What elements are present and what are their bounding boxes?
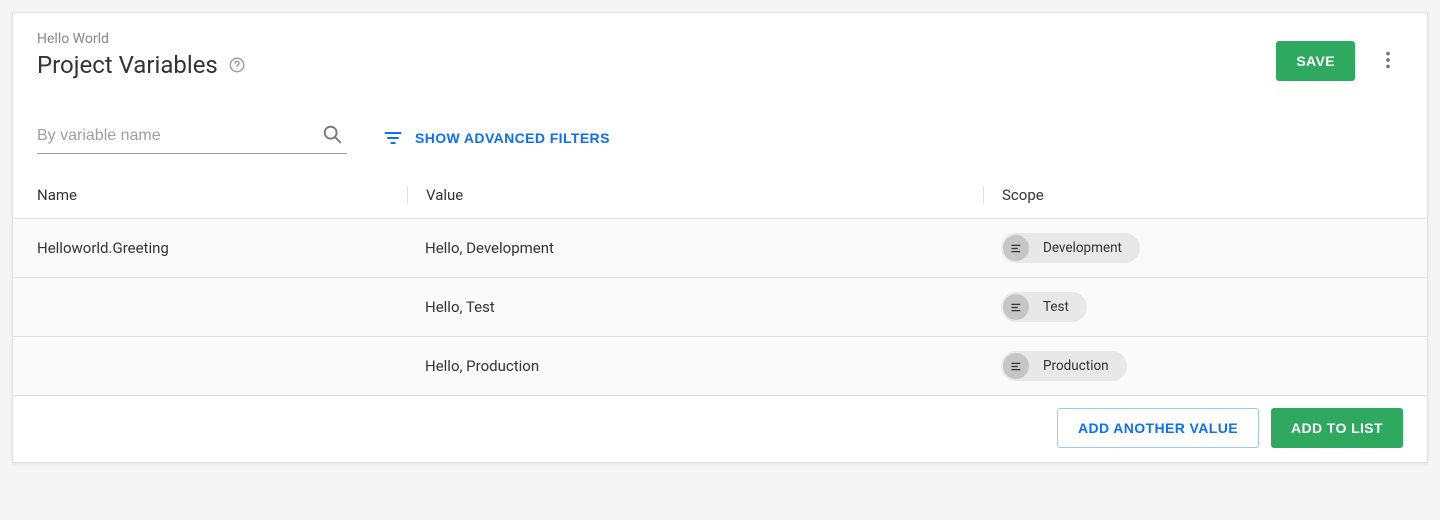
cell-scope: Test: [983, 292, 1403, 322]
scope-icon: [1003, 353, 1029, 379]
scope-label: Test: [1043, 299, 1069, 315]
card-footer: ADD ANOTHER VALUE ADD TO LIST: [13, 396, 1427, 462]
filter-icon: [383, 128, 403, 148]
scope-chip[interactable]: Test: [1001, 292, 1087, 322]
filters-row: SHOW ADVANCED FILTERS: [13, 81, 1427, 172]
scope-label: Development: [1043, 240, 1122, 256]
table-header: Name Value Scope: [13, 172, 1427, 219]
cell-scope: Production: [983, 351, 1403, 381]
project-variables-card: Hello World Project Variables SAVE: [12, 12, 1428, 463]
cell-value: Hello, Development: [407, 239, 983, 257]
column-header-scope[interactable]: Scope: [983, 186, 1403, 204]
table-row[interactable]: Hello, Test Test: [13, 278, 1427, 337]
page-title: Project Variables: [37, 51, 218, 79]
scope-chip[interactable]: Development: [1001, 233, 1140, 263]
show-advanced-filters-button[interactable]: SHOW ADVANCED FILTERS: [383, 128, 610, 148]
more-vert-icon: [1377, 49, 1399, 74]
scope-chip[interactable]: Production: [1001, 351, 1127, 381]
scope-icon: [1003, 235, 1029, 261]
scope-label: Production: [1043, 358, 1109, 374]
search-field-wrap: [37, 121, 347, 154]
column-header-name[interactable]: Name: [37, 186, 407, 204]
cell-name: Helloworld.Greeting: [37, 239, 407, 257]
advanced-filters-label: SHOW ADVANCED FILTERS: [415, 130, 610, 146]
table-row[interactable]: Hello, Production Production: [13, 337, 1427, 396]
search-icon[interactable]: [321, 123, 343, 145]
title-row: Project Variables: [37, 51, 246, 79]
title-block: Hello World Project Variables: [37, 31, 246, 79]
help-icon[interactable]: [228, 56, 246, 74]
header-actions: SAVE: [1276, 41, 1403, 81]
save-button[interactable]: SAVE: [1276, 41, 1355, 81]
add-to-list-button[interactable]: ADD TO LIST: [1271, 408, 1403, 448]
column-header-value[interactable]: Value: [407, 186, 983, 204]
overflow-menu-button[interactable]: [1373, 41, 1403, 81]
breadcrumb: Hello World: [37, 31, 246, 47]
table-body: Helloworld.Greeting Hello, Development D…: [13, 219, 1427, 396]
table-row[interactable]: Helloworld.Greeting Hello, Development D…: [13, 219, 1427, 278]
search-input[interactable]: [37, 121, 347, 154]
cell-value: Hello, Test: [407, 298, 983, 316]
add-another-value-button[interactable]: ADD ANOTHER VALUE: [1057, 408, 1259, 448]
scope-icon: [1003, 294, 1029, 320]
cell-value: Hello, Production: [407, 357, 983, 375]
card-header: Hello World Project Variables SAVE: [13, 13, 1427, 81]
cell-scope: Development: [983, 233, 1403, 263]
